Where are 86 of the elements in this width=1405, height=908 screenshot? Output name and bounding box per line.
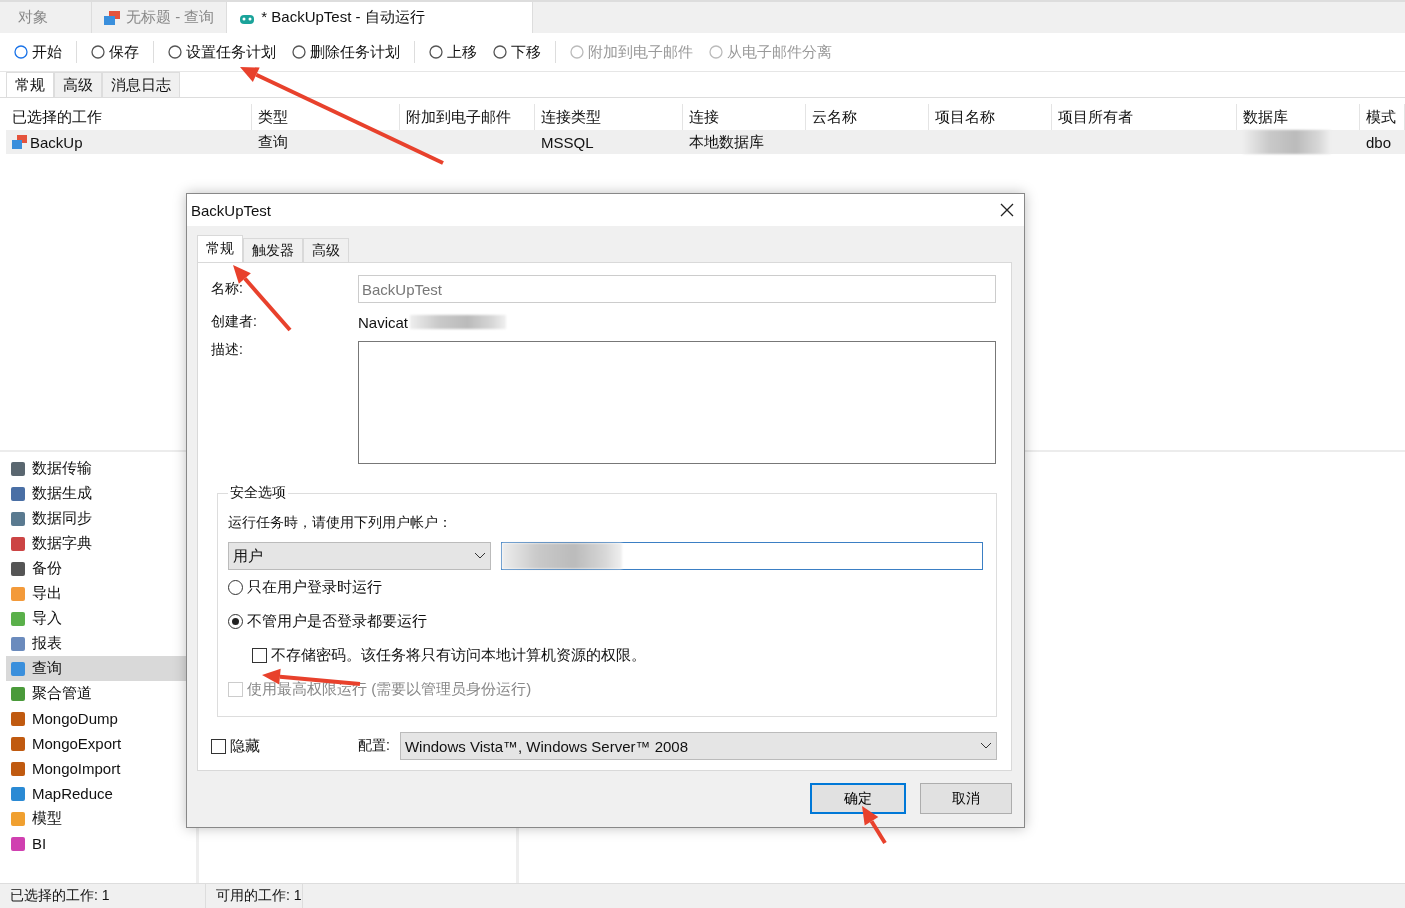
tool-icon [570, 45, 584, 59]
toolbar-button[interactable]: 开始 [8, 38, 68, 66]
tool-item[interactable]: 备份 [6, 556, 192, 581]
dialog-title: BackUpTest [191, 201, 272, 219]
tool-item[interactable]: 数据传输 [6, 456, 192, 481]
toolbar-button[interactable]: 删除任务计划 [286, 38, 406, 66]
chevron-down-icon [980, 742, 992, 750]
query-icon [12, 135, 27, 149]
document-tab[interactable]: * BackUpTest - 自动运行 [227, 2, 534, 33]
toolbar-button[interactable]: 设置任务计划 [162, 38, 282, 66]
query-icon [104, 10, 120, 25]
tool-item[interactable]: 数据生成 [6, 481, 192, 506]
tool-icon [10, 685, 26, 702]
radio-option[interactable]: 不管用户是否登录都要运行 [228, 604, 986, 638]
checkbox[interactable] [211, 738, 226, 754]
tool-icon [10, 535, 26, 552]
tool-item[interactable]: 聚合管道 [6, 681, 192, 706]
tool-icon [292, 45, 306, 59]
creator-value: Navicat [358, 313, 409, 331]
tool-icon [14, 45, 28, 59]
status-text: 可用的工作: 1 [206, 884, 303, 908]
tab[interactable]: 消息日志 [102, 72, 180, 97]
account-prompt: 运行任务時，请使用下列用户帐户： [228, 513, 453, 532]
checkbox[interactable] [252, 647, 267, 663]
tab[interactable]: 高级 [54, 72, 102, 97]
status-text: 已选择的工作: 1 [0, 884, 206, 908]
field-label: 名称: [211, 280, 244, 298]
tool-icon [91, 45, 105, 59]
table-cell: dbo [1360, 130, 1405, 154]
tool-icon [10, 610, 26, 627]
annotation-arrow [862, 806, 887, 845]
config-select[interactable]: Windows Vista™, Windows Server™ 2008 [399, 732, 997, 760]
table-cell: MSSQL [535, 130, 683, 154]
tool-item[interactable]: 模型 [6, 806, 192, 831]
tool-item[interactable]: MapReduce [6, 781, 192, 806]
radio-option[interactable]: 只在用户登录时运行 [228, 570, 986, 604]
description-field[interactable] [358, 341, 996, 464]
account-field[interactable] [501, 542, 983, 570]
tool-item[interactable]: 数据同步 [6, 506, 192, 531]
tool-item[interactable]: 导出 [6, 581, 192, 606]
account-type-select[interactable]: 用户 [228, 542, 491, 570]
tool-icon [10, 485, 26, 502]
tool-item[interactable]: 数据字典 [6, 531, 192, 556]
checkbox-option[interactable]: 隐藏 [211, 729, 358, 763]
tool-icon [493, 45, 507, 59]
tool-icon [429, 45, 443, 59]
tool-icon [10, 785, 26, 802]
toolbar-button[interactable]: 下移 [487, 38, 547, 66]
checkbox-option[interactable]: 不存储密码。该任务将只有访问本地计算机资源的权限。 [252, 638, 986, 672]
tool-icon [10, 585, 26, 602]
tool-item[interactable]: MongoDump [6, 706, 192, 731]
tool-icon [10, 660, 26, 677]
tool-icon [10, 635, 26, 652]
tool-icon [10, 735, 26, 752]
tool-item[interactable]: MongoImport [6, 756, 192, 781]
name-field[interactable]: BackUpTest [358, 275, 996, 303]
tool-icon [10, 560, 26, 577]
tool-icon [10, 710, 26, 727]
toolbar-button[interactable]: 上移 [423, 38, 483, 66]
tool-icon [709, 45, 723, 59]
toolbar-button[interactable]: 保存 [85, 38, 145, 66]
tool-icon [10, 760, 26, 777]
tool-item[interactable]: 报表 [6, 631, 192, 656]
table-cell: 本地数据库 [683, 130, 806, 154]
tab[interactable]: 常规 [197, 235, 243, 262]
tool-icon [10, 510, 26, 527]
tab[interactable]: 常规 [6, 72, 54, 97]
tool-icon [168, 45, 182, 59]
group-title: 安全选项 [229, 484, 287, 502]
tool-item[interactable]: 导入 [6, 606, 192, 631]
dialog-button[interactable]: 确定 [810, 783, 906, 814]
tool-item[interactable]: MongoExport [6, 731, 192, 756]
tool-icon [10, 835, 26, 852]
chevron-down-icon [474, 552, 486, 560]
dialog-button[interactable]: 取消 [920, 783, 1012, 814]
tab[interactable]: 触发器 [243, 238, 303, 262]
field-label: 配置: [358, 737, 390, 755]
field-label: 创建者: [211, 313, 258, 331]
table-cell: 查询 [252, 130, 400, 154]
close-icon[interactable] [1000, 203, 1014, 217]
tool-icon [10, 810, 26, 827]
tab[interactable]: 高级 [303, 238, 349, 262]
table-cell: BackUp [6, 130, 252, 154]
field-label: 描述: [211, 341, 244, 359]
tool-item[interactable]: BI [6, 831, 192, 856]
tool-icon [10, 460, 26, 477]
